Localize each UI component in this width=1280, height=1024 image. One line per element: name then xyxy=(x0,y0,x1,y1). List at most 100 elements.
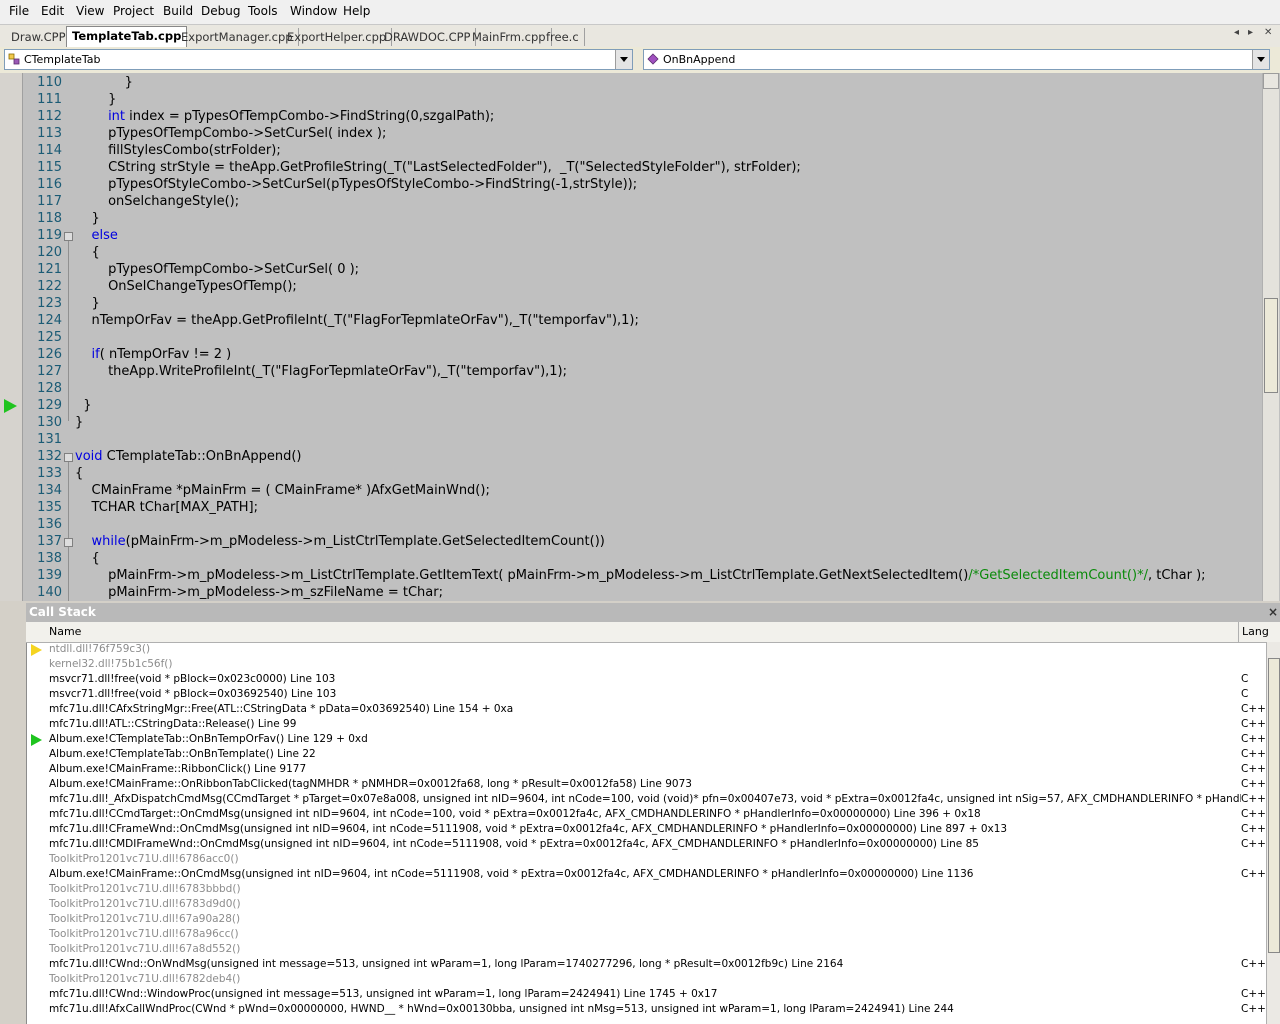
call-stack-row[interactable]: msvcr71.dll!free(void * pBlock=0x0369254… xyxy=(27,688,1266,703)
call-stack-row[interactable]: ntdll.dll!76f759c3() xyxy=(27,643,1266,658)
call-stack-row[interactable]: mfc71u.dll!CWnd::OnWndMsg(unsigned int m… xyxy=(27,958,1266,973)
code-text: } xyxy=(75,415,84,430)
code-text: { xyxy=(75,466,84,481)
call-stack-row[interactable]: msvcr71.dll!free(void * pBlock=0x023c000… xyxy=(27,673,1266,688)
call-stack-margin xyxy=(0,603,27,1024)
call-stack-row[interactable]: ToolkitPro1201vc71U.dll!678a96cc() xyxy=(27,928,1266,943)
menu-window[interactable]: Window xyxy=(290,4,337,18)
scroll-thumb[interactable] xyxy=(1268,658,1280,953)
document-tab-bar: Draw.CPP TemplateTab.cpp ExportManager.c… xyxy=(0,25,1280,48)
code-text: OnSelChangeTypesOfTemp(); xyxy=(108,279,297,294)
call-stack-row[interactable]: mfc71u.dll!ATL::CStringData::Release() L… xyxy=(27,718,1266,733)
menu-bar: File Edit View Project Build Debug Tools… xyxy=(0,0,1280,25)
column-header-name[interactable]: Name xyxy=(49,625,81,638)
frame-name: Album.exe!CMainFrame::OnCmdMsg(unsigned … xyxy=(49,868,974,880)
method-icon xyxy=(647,53,659,65)
line-number: 135 xyxy=(37,500,62,515)
code-line: onSelchangeStyle(); xyxy=(75,194,239,209)
fold-collapse-icon[interactable] xyxy=(64,453,73,462)
code-text: , tChar ); xyxy=(1147,568,1206,583)
code-text: pTypesOfTempCombo->SetCurSel( index ); xyxy=(108,126,387,141)
call-stack-row[interactable]: kernel32.dll!75b1c56f() xyxy=(27,658,1266,673)
tab-draw-cpp[interactable]: Draw.CPP xyxy=(6,28,72,46)
frame-name: ToolkitPro1201vc71U.dll!67a8d552() xyxy=(49,943,241,955)
call-stack-row[interactable]: Album.exe!CTemplateTab::OnBnTemplate() L… xyxy=(27,748,1266,763)
code-line: int index = pTypesOfTempCombo->FindStrin… xyxy=(75,109,494,124)
code-line: } xyxy=(75,92,116,107)
code-editor[interactable]: 110 } 111 } 112 int index = pTypesOfTempCo… xyxy=(0,73,1280,601)
menu-build[interactable]: Build xyxy=(163,4,193,18)
code-text: } xyxy=(108,92,117,107)
fold-collapse-icon[interactable] xyxy=(64,232,73,241)
call-stack-row[interactable]: Album.exe!CMainFrame::RibbonClick() Line… xyxy=(27,763,1266,778)
menu-file[interactable]: File xyxy=(9,4,29,18)
call-stack-row[interactable]: ToolkitPro1201vc71U.dll!6782deb4() xyxy=(27,973,1266,988)
current-statement-arrow-icon xyxy=(4,399,17,413)
frame-name: ToolkitPro1201vc71U.dll!6783d9d0() xyxy=(49,898,241,910)
call-stack-row[interactable]: ToolkitPro1201vc71U.dll!67a8d552() xyxy=(27,943,1266,958)
code-text: fillStylesCombo(strFolder); xyxy=(108,143,281,158)
tab-exportmanager-cpp[interactable]: ExportManager.cpp xyxy=(176,28,299,46)
scroll-up-icon[interactable] xyxy=(1263,73,1279,89)
call-stack-row[interactable]: mfc71u.dll!CCmdTarget::OnCmdMsg(unsigned… xyxy=(27,808,1266,823)
code-text: TCHAR tChar[MAX_PATH]; xyxy=(91,500,258,515)
tab-templatetab-cpp[interactable]: TemplateTab.cpp xyxy=(66,26,188,47)
line-number: 110 xyxy=(37,75,62,90)
call-stack-row[interactable]: ToolkitPro1201vc71U.dll!6783d9d0() xyxy=(27,898,1266,913)
call-stack-row[interactable]: ToolkitPro1201vc71U.dll!67a90a28() xyxy=(27,913,1266,928)
call-stack-row[interactable]: mfc71u.dll!CWnd::WindowProc(unsigned int… xyxy=(27,988,1266,1003)
menu-tools[interactable]: Tools xyxy=(248,4,278,18)
call-stack-row[interactable]: mfc71u.dll!CMDIFrameWnd::OnCmdMsg(unsign… xyxy=(27,838,1266,853)
call-stack-row[interactable]: mfc71u.dll!CAfxStringMgr::Free(ATL::CStr… xyxy=(27,703,1266,718)
code-text: theApp.WriteProfileInt(_T("FlagForTepmla… xyxy=(108,364,567,379)
chevron-down-icon[interactable] xyxy=(615,50,632,69)
tab-free-c[interactable]: free.c xyxy=(541,28,585,46)
class-icon xyxy=(8,53,20,65)
fold-collapse-icon[interactable] xyxy=(64,538,73,547)
menu-debug[interactable]: Debug xyxy=(201,4,240,18)
code-line: { xyxy=(75,466,83,481)
editor-vertical-scrollbar[interactable] xyxy=(1262,73,1279,601)
tab-scroll-right-icon[interactable]: ▸ xyxy=(1248,27,1253,38)
line-number: 128 xyxy=(37,381,62,396)
tab-scroll-left-icon[interactable]: ◂ xyxy=(1234,27,1239,38)
code-text: pTypesOfTempCombo->SetCurSel( 0 ); xyxy=(108,262,360,277)
call-stack-row[interactable]: ToolkitPro1201vc71U.dll!6783bbbd() xyxy=(27,883,1266,898)
call-stack-row[interactable]: mfc71u.dll!CFrameWnd::OnCmdMsg(unsigned … xyxy=(27,823,1266,838)
frame-name: mfc71u.dll!CWnd::OnWndMsg(unsigned int m… xyxy=(49,958,844,970)
member-combo[interactable]: OnBnAppend xyxy=(643,49,1270,70)
line-number: 130 xyxy=(37,415,62,430)
code-text: pTypesOfStyleCombo->SetCurSel(pTypesOfSt… xyxy=(108,177,638,192)
line-number: 139 xyxy=(37,568,62,583)
menu-project[interactable]: Project xyxy=(113,4,154,18)
menu-edit[interactable]: Edit xyxy=(41,4,64,18)
call-stack-row[interactable]: mfc71u.dll!_AfxDispatchCmdMsg(CCmdTarget… xyxy=(27,793,1266,808)
chevron-down-icon[interactable] xyxy=(1252,50,1269,69)
close-icon[interactable]: × xyxy=(1268,603,1278,622)
close-document-icon[interactable]: ✕ xyxy=(1264,27,1272,38)
call-stack-row[interactable]: Album.exe!CMainFrame::OnCmdMsg(unsigned … xyxy=(27,868,1266,883)
tab-drawdoc-cpp[interactable]: DRAWDOC.CPP xyxy=(379,28,477,46)
column-divider[interactable] xyxy=(1238,622,1239,642)
call-stack-row[interactable]: mfc71u.dll!AfxCallWndProc(CWnd * pWnd=0x… xyxy=(27,1003,1266,1018)
indicator-margin[interactable] xyxy=(0,73,23,601)
frame-name: ToolkitPro1201vc71U.dll!6782deb4() xyxy=(49,973,241,985)
call-stack-row[interactable]: Album.exe!CMainFrame::OnRibbonTabClicked… xyxy=(27,778,1266,793)
tab-exporthelper-cpp[interactable]: ExportHelper.cpp xyxy=(282,28,393,46)
frame-name: Album.exe!CMainFrame::RibbonClick() Line… xyxy=(49,763,307,775)
tab-mainfrm-cpp[interactable]: MainFrm.cpp xyxy=(467,28,552,46)
frame-name: mfc71u.dll!_AfxDispatchCmdMsg(CCmdTarget… xyxy=(49,793,1266,805)
call-stack-row[interactable]: ToolkitPro1201vc71U.dll!6786acc0() xyxy=(27,853,1266,868)
menu-view[interactable]: View xyxy=(76,4,104,18)
frame-language: C xyxy=(1241,688,1266,700)
call-stack-vertical-scrollbar[interactable] xyxy=(1266,642,1280,1024)
scroll-thumb[interactable] xyxy=(1264,298,1278,393)
column-header-language[interactable]: Lang xyxy=(1242,625,1269,638)
call-stack-row[interactable]: Album.exe!CTemplateTab::OnBnTempOrFav() … xyxy=(27,733,1266,748)
menu-help[interactable]: Help xyxy=(343,4,370,18)
class-combo[interactable]: CTemplateTab xyxy=(4,49,633,70)
code-keyword: else xyxy=(91,228,118,243)
